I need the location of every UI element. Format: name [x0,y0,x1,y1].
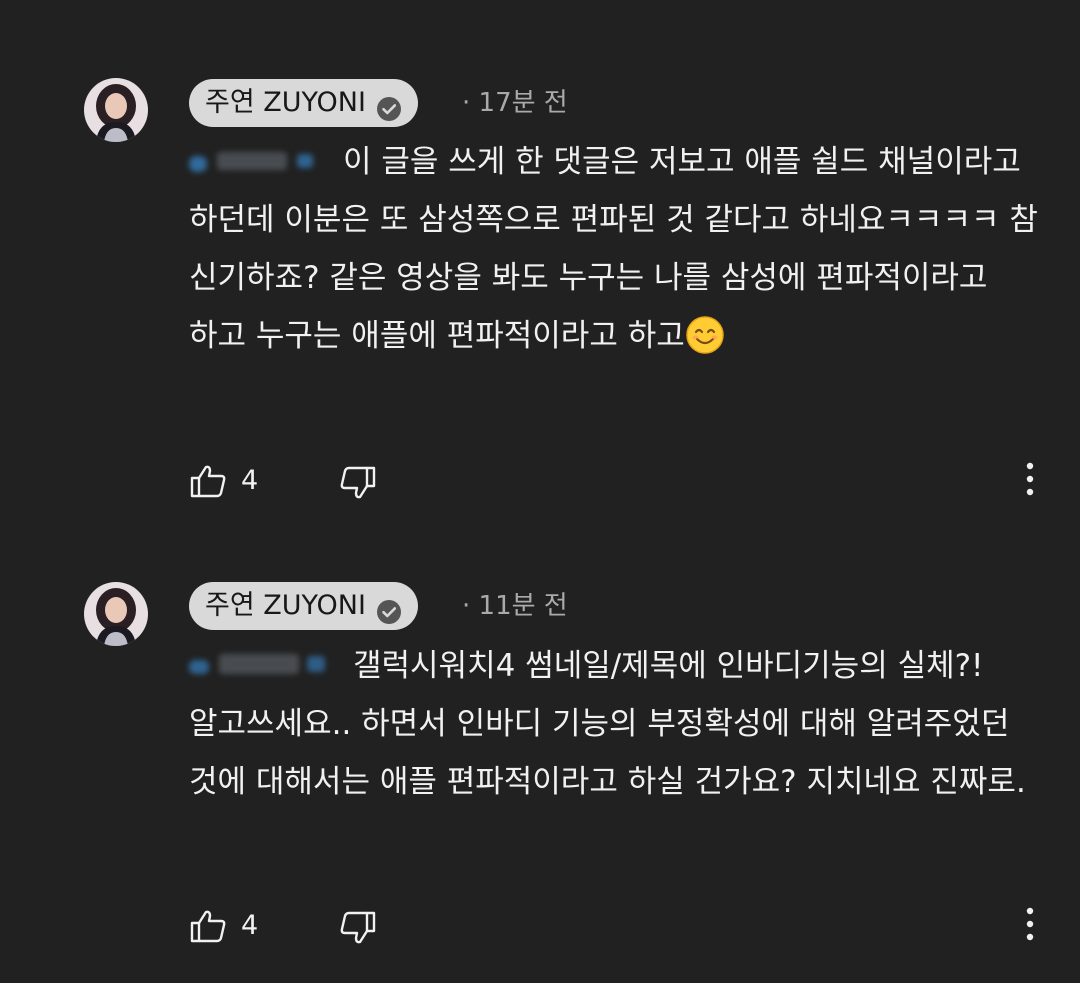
verified-check-icon [376,593,402,624]
like-count: 4 [241,465,259,496]
mention-link[interactable] [189,142,329,178]
comment-body: 이 글을 쓰게 한 댓글은 저보고 애플 쉴드 채널이라고 하던데 이분은 또 … [189,133,1049,365]
author-chip[interactable]: 주연 ZUYONI [189,79,418,127]
thumbs-down-icon[interactable] [337,465,377,501]
mention-link[interactable] [189,646,339,682]
thumbs-down-icon[interactable] [337,910,377,946]
thumbs-up-icon[interactable] [189,908,229,944]
more-vertical-icon[interactable] [1015,902,1045,950]
avatar[interactable] [84,582,148,646]
verified-check-icon [376,90,402,121]
author-name: 주연 ZUYONI [205,590,366,621]
comment-body: 갤럭시워치4 썸네일/제목에 인바디기능의 실체?! 알고쓰세요.. 하면서 인… [189,637,1049,811]
comment-actions: 4 [189,902,1049,950]
author-chip[interactable]: 주연 ZUYONI [189,582,418,630]
comment-timestamp[interactable]: · 17분 전 [462,79,568,127]
comment-timestamp[interactable]: · 11분 전 [462,582,568,630]
comment-actions: 4 [189,457,1049,505]
smiling-face-emoji [686,315,724,354]
more-vertical-icon[interactable] [1015,457,1045,505]
author-name: 주연 ZUYONI [205,87,366,118]
thumbs-up-icon[interactable] [189,463,229,499]
avatar[interactable] [84,78,148,142]
like-count: 4 [241,910,259,941]
